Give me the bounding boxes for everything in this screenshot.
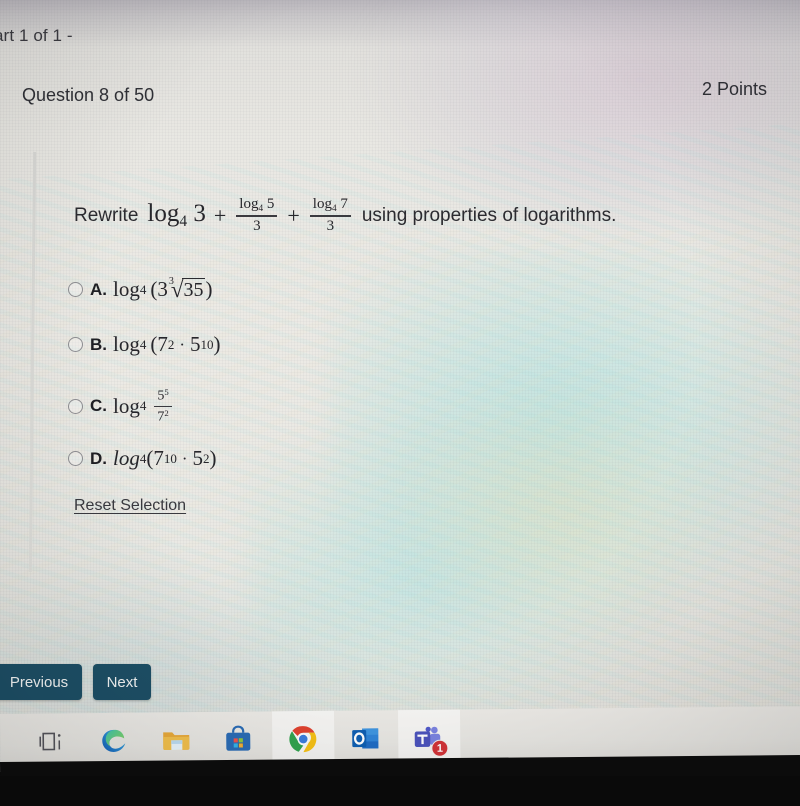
multiplication-dot: · xyxy=(182,449,188,469)
left-exponent: 2 xyxy=(168,337,175,353)
fraction-2-denominator: 3 xyxy=(327,218,335,235)
reset-selection-link[interactable]: Reset Selection xyxy=(74,497,186,515)
right-exponent: 10 xyxy=(200,337,213,353)
log-base: 4 xyxy=(258,204,263,214)
paren-close: ) xyxy=(209,446,216,471)
log-argument: 5 xyxy=(267,196,275,212)
option-d[interactable]: D. log4(710·52) xyxy=(68,446,216,471)
multiplication-dot: · xyxy=(179,335,185,355)
fraction-2-bar xyxy=(310,215,351,217)
fraction-bar xyxy=(154,406,171,408)
question-prompt: Rewrite log4 3 + log4 5 3 + log4 7 3 usi… xyxy=(74,196,616,235)
option-b[interactable]: B. log4 (72·510) xyxy=(68,332,220,357)
part-label: art 1 of 1 - xyxy=(0,26,73,46)
monitor-bezel-fill xyxy=(0,776,800,806)
log-base: 4 xyxy=(140,282,147,298)
paren-open: ( xyxy=(150,332,157,357)
numerator-exponent: 5 xyxy=(164,387,168,397)
option-b-letter: B. xyxy=(90,335,107,355)
question-counter: Question 8 of 50 xyxy=(22,85,154,106)
task-view-icon[interactable] xyxy=(36,725,68,757)
radio-button-c[interactable] xyxy=(68,399,83,414)
question-trailing: using properties of logarithms. xyxy=(362,205,617,227)
quiz-content: art 1 of 1 - Question 8 of 50 2 Points R… xyxy=(0,0,800,772)
option-d-letter: D. xyxy=(90,449,107,469)
paren-close: ) xyxy=(205,277,212,302)
paren-close: ) xyxy=(213,332,220,357)
right-base: 5 xyxy=(190,332,201,357)
log-base: 4 xyxy=(140,337,147,353)
option-a[interactable]: A. log4 (3 3 √ 35 ) xyxy=(68,277,212,302)
option-c-fraction: 55 72 xyxy=(154,387,171,426)
fraction-denominator: 72 xyxy=(157,408,168,426)
root-index: 3 xyxy=(169,276,174,287)
option-a-letter: A. xyxy=(90,280,107,300)
left-base: 7 xyxy=(153,446,164,471)
file-explorer-icon[interactable] xyxy=(160,724,192,756)
left-exponent: 10 xyxy=(164,451,177,467)
outlook-icon[interactable] xyxy=(349,722,381,754)
microsoft-teams-icon[interactable]: 1 xyxy=(411,722,443,754)
fraction-1-numerator: log4 5 xyxy=(236,196,277,214)
microsoft-store-icon[interactable] xyxy=(222,724,254,756)
cube-root: 3 √ 35 xyxy=(169,278,206,301)
log-base: 4 xyxy=(332,204,337,214)
fraction-2-numerator: log4 7 xyxy=(310,196,351,214)
radio-button-a[interactable] xyxy=(68,282,83,297)
log-word: log xyxy=(147,200,179,227)
log-word: log xyxy=(313,196,332,212)
radicand: 35 xyxy=(182,278,205,301)
next-button[interactable]: Next xyxy=(93,664,151,700)
fraction-1-denominator: 3 xyxy=(253,218,261,235)
question-lead: Rewrite xyxy=(74,205,138,227)
teams-notification-badge: 1 xyxy=(431,740,448,757)
microsoft-edge-icon[interactable] xyxy=(98,725,130,757)
log-word: log xyxy=(113,446,140,471)
fraction-1-bar xyxy=(236,215,277,217)
log-argument: 3 xyxy=(193,200,206,227)
radio-button-b[interactable] xyxy=(68,337,83,352)
option-c-expression: log4 55 72 xyxy=(113,387,174,426)
fraction-1: log4 5 3 xyxy=(236,196,277,235)
previous-button[interactable]: Previous xyxy=(0,664,82,700)
content-left-rule xyxy=(29,152,36,572)
denominator-exponent: 2 xyxy=(164,408,168,418)
first-log-term: log4 3 xyxy=(147,201,205,229)
fraction-2: log4 7 3 xyxy=(310,196,351,235)
plus-operator-2: + xyxy=(287,203,299,229)
log-word: log xyxy=(113,394,140,419)
paren-open: ( xyxy=(150,277,157,302)
option-a-expression: log4 (3 3 √ 35 ) xyxy=(113,277,212,302)
option-c[interactable]: C. log4 55 72 xyxy=(68,387,174,426)
google-chrome-icon[interactable] xyxy=(287,723,319,755)
log-word: log xyxy=(239,196,258,212)
photographed-screen: art 1 of 1 - Question 8 of 50 2 Points R… xyxy=(0,0,800,772)
option-b-expression: log4 (72·510) xyxy=(113,332,220,357)
log-base: 4 xyxy=(179,213,187,230)
radio-button-d[interactable] xyxy=(68,451,83,466)
option-d-expression: log4(710·52) xyxy=(113,446,216,471)
plus-operator-1: + xyxy=(214,203,226,229)
log-word: log xyxy=(113,332,140,357)
log-base: 4 xyxy=(140,398,147,414)
right-base: 5 xyxy=(192,446,203,471)
coefficient: 3 xyxy=(157,277,168,302)
points-label: 2 Points xyxy=(702,79,767,100)
left-base: 7 xyxy=(157,332,168,357)
log-argument: 7 xyxy=(340,196,348,212)
paren-open: ( xyxy=(146,446,153,471)
fraction-numerator: 55 xyxy=(154,387,171,405)
option-c-letter: C. xyxy=(90,396,107,416)
log-word: log xyxy=(113,277,140,302)
